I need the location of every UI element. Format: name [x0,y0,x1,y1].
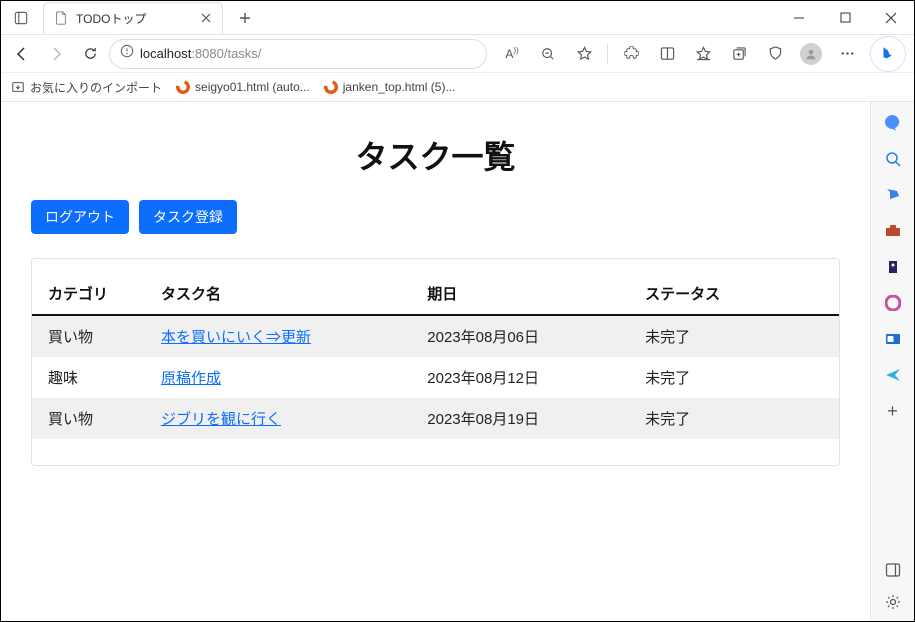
browser-essentials-icon[interactable] [758,39,792,69]
table-row: 趣味 原稿作成 2023年08月12日 未完了 [32,357,839,398]
html-file-icon [324,80,338,94]
logout-button[interactable]: ログアウト [31,200,129,234]
import-icon [11,80,25,94]
site-info-icon[interactable] [120,44,134,63]
tab-actions-icon[interactable] [7,4,35,32]
bookmark-label: seigyo01.html (auto... [195,80,310,94]
cell-due: 2023年08月06日 [411,315,629,357]
bookmark-seigyo[interactable]: seigyo01.html (auto... [176,80,310,94]
sb-chat-icon[interactable] [884,114,902,132]
refresh-button[interactable] [75,39,105,69]
tab-title: TODOトップ [76,10,190,27]
profile-avatar[interactable] [794,39,828,69]
sb-send-icon[interactable] [884,366,902,384]
separator [607,44,608,64]
cell-status: 未完了 [629,315,839,357]
maximize-button[interactable] [822,1,868,34]
button-row: ログアウト タスク登録 [31,200,840,234]
page-icon [54,11,68,25]
read-aloud-icon[interactable]: A)) [495,39,529,69]
col-due: 期日 [411,273,629,315]
collections-icon[interactable] [722,39,756,69]
window-title-bar: TODOトップ [1,1,914,35]
task-link[interactable]: 原稿作成 [161,370,221,387]
cell-category: 趣味 [32,357,145,398]
sb-search-icon[interactable] [884,150,902,168]
bookmark-label: お気に入りのインポート [30,79,162,96]
new-tab-button[interactable] [231,4,259,32]
sb-tools-icon[interactable] [884,222,902,240]
edge-sidebar: + [870,102,914,621]
col-status: ステータス [629,273,839,315]
sb-shopping-icon[interactable] [884,186,902,204]
col-taskname: タスク名 [145,273,411,315]
cell-status: 未完了 [629,398,839,439]
extension-icon[interactable] [614,39,648,69]
bookmark-import[interactable]: お気に入りのインポート [11,79,162,96]
task-link[interactable]: 本を買いにいく⇒更新 [161,329,311,346]
bookmark-label: janken_top.html (5)... [343,80,456,94]
page-content: タスク一覧 ログアウト タスク登録 カテゴリ タスク名 期日 ステータス [1,102,870,621]
sb-office-icon[interactable] [884,294,902,312]
url-bar[interactable]: localhost:8080/tasks/ [109,39,487,69]
nav-bar: localhost:8080/tasks/ A)) [1,35,914,73]
window-controls [776,1,914,34]
cell-due: 2023年08月12日 [411,357,629,398]
task-link[interactable]: ジブリを観に行く [161,411,281,428]
register-task-button[interactable]: タスク登録 [139,200,237,234]
favorites-list-icon[interactable] [686,39,720,69]
col-category: カテゴリ [32,273,145,315]
table-row: 買い物 本を買いにいく⇒更新 2023年08月06日 未完了 [32,315,839,357]
sb-add-icon[interactable]: + [884,402,902,420]
minimize-button[interactable] [776,1,822,34]
cell-category: 買い物 [32,315,145,357]
bookmarks-bar: お気に入りのインポート seigyo01.html (auto... janke… [1,73,914,102]
cell-category: 買い物 [32,398,145,439]
tab-strip: TODOトップ [1,1,776,34]
url-text: localhost:8080/tasks/ [140,46,261,61]
url-rest: :8080/tasks/ [191,46,261,61]
page-title: タスク一覧 [31,132,840,178]
back-button[interactable] [7,39,37,69]
forward-button[interactable] [41,39,71,69]
html-file-icon [176,80,190,94]
sb-outlook-icon[interactable] [884,330,902,348]
favorite-icon[interactable] [567,39,601,69]
close-window-button[interactable] [868,1,914,34]
sb-settings-icon[interactable] [884,593,902,611]
tab-close-icon[interactable] [198,10,214,26]
browser-tab[interactable]: TODOトップ [43,2,223,34]
more-icon[interactable] [830,39,864,69]
cell-due: 2023年08月19日 [411,398,629,439]
table-row: 買い物 ジブリを観に行く 2023年08月19日 未完了 [32,398,839,439]
sb-games-icon[interactable] [884,258,902,276]
task-card: カテゴリ タスク名 期日 ステータス 買い物 本を買いにいく⇒更新 2023年0… [31,258,840,466]
sb-hide-icon[interactable] [884,561,902,579]
zoom-icon[interactable] [531,39,565,69]
bookmark-janken[interactable]: janken_top.html (5)... [324,80,456,94]
bing-icon[interactable] [870,36,906,72]
toolbar-icons: A)) [491,36,908,72]
table-header-row: カテゴリ タスク名 期日 ステータス [32,273,839,315]
task-table: カテゴリ タスク名 期日 ステータス 買い物 本を買いにいく⇒更新 2023年0… [32,273,839,439]
client-area: タスク一覧 ログアウト タスク登録 カテゴリ タスク名 期日 ステータス [1,102,914,621]
url-host: localhost [140,46,191,61]
cell-status: 未完了 [629,357,839,398]
split-screen-icon[interactable] [650,39,684,69]
